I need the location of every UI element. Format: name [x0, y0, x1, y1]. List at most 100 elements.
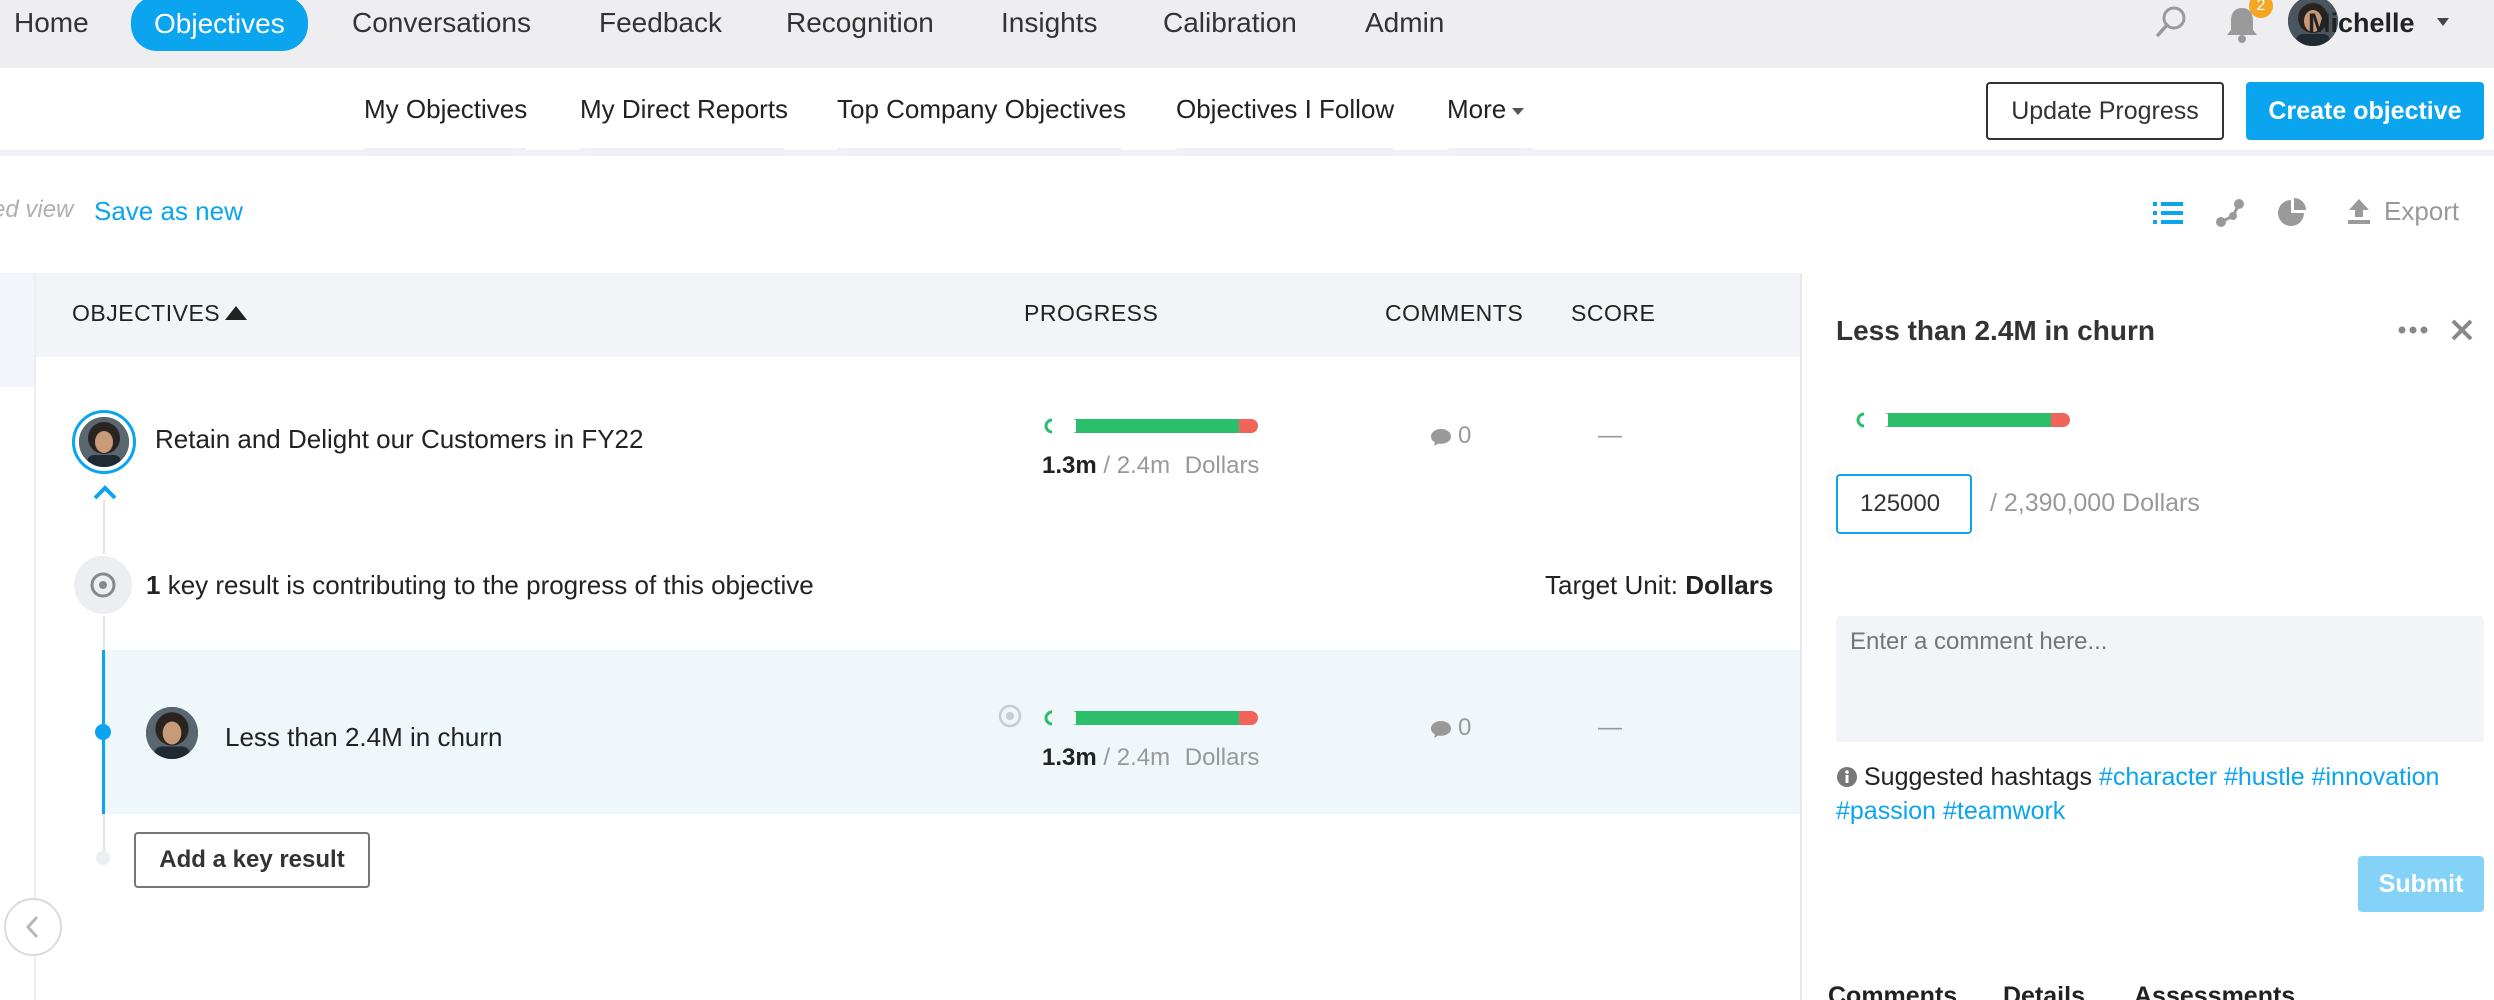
subnav-top-company-objectives[interactable]: Top Company Objectives — [837, 94, 1126, 128]
tree-end-node — [96, 851, 110, 865]
tree-view-icon[interactable] — [2213, 196, 2247, 230]
progress-value-input[interactable] — [1836, 474, 1972, 534]
progress-separator: / — [1103, 744, 1111, 771]
progress-unit: Dollars — [1184, 452, 1260, 479]
submit-button[interactable]: Submit — [2358, 856, 2484, 912]
nav-recognition[interactable]: Recognition — [786, 0, 934, 46]
objective-score: — — [1598, 422, 1622, 449]
progress-unit: Dollars — [1184, 744, 1260, 771]
subnav-objectives-i-follow[interactable]: Objectives I Follow — [1176, 94, 1394, 128]
key-result-node — [95, 724, 111, 740]
create-objective-button[interactable]: Create objective — [2246, 82, 2484, 140]
nav-home[interactable]: Home — [14, 0, 89, 46]
progress-end-cap — [1239, 419, 1258, 433]
objective-comments[interactable]: 0 — [1430, 422, 1471, 450]
key-result-summary-text: key result is contributing to the progre… — [167, 570, 814, 600]
progress-end-cap — [2051, 413, 2070, 427]
hashtag-link[interactable]: #innovation — [2312, 763, 2440, 791]
subnav-my-direct-reports[interactable]: My Direct Reports — [580, 94, 788, 128]
tab-comments[interactable]: Comments — [1828, 982, 1957, 1000]
comment-icon — [1431, 428, 1451, 446]
divider — [34, 273, 36, 1000]
sort-ascending-icon[interactable] — [225, 306, 247, 320]
panel-title: Less than 2.4M in churn — [1836, 315, 2155, 346]
chevron-up-icon[interactable] — [91, 482, 119, 502]
search-icon[interactable] — [2154, 4, 2190, 40]
column-header-score[interactable]: SCORE — [1571, 300, 1655, 327]
notification-badge: 2 — [2249, 0, 2273, 18]
close-icon[interactable] — [2448, 316, 2476, 344]
column-header-comments[interactable]: COMMENTS — [1385, 300, 1523, 327]
nav-calibration[interactable]: Calibration — [1163, 0, 1297, 46]
subnav-more-label: More — [1447, 94, 1507, 124]
nav-admin[interactable]: Admin — [1365, 0, 1444, 46]
key-result-summary: 1 key result is contributing to the prog… — [146, 570, 814, 601]
nav-conversations[interactable]: Conversations — [352, 0, 531, 46]
subnav-underline — [1176, 148, 1394, 151]
subnav-my-objectives[interactable]: My Objectives — [364, 94, 527, 128]
save-as-new-link[interactable]: Save as new — [94, 196, 243, 227]
progress-target: 2.4m — [1116, 452, 1171, 479]
subnav-underline — [837, 148, 1122, 151]
key-result-count: 1 — [146, 570, 161, 600]
key-result-progress-bar — [1042, 710, 1272, 726]
key-result-progress-value: 1.3m / 2.4m Dollars — [1042, 744, 1259, 772]
objective-owner-avatar[interactable] — [72, 410, 136, 474]
avatar — [79, 417, 129, 467]
target-unit: Target Unit: Dollars — [1545, 570, 1773, 601]
key-result-title[interactable]: Less than 2.4M in churn — [225, 722, 503, 753]
key-result-score: — — [1598, 714, 1622, 741]
tab-assessments[interactable]: Assessments — [2134, 982, 2295, 1000]
key-result-comments[interactable]: 0 — [1430, 714, 1471, 742]
panel-progress-bar — [1854, 412, 2084, 428]
hashtag-link[interactable]: #passion — [1836, 797, 1936, 825]
sidebar-strip — [0, 273, 34, 387]
hashtag-link[interactable]: #teamwork — [1943, 797, 2065, 825]
progress-current: 1.3m — [1042, 452, 1097, 479]
subnav-underline — [364, 148, 526, 151]
chevron-down-icon[interactable] — [2436, 17, 2450, 27]
chevron-down-icon — [1512, 107, 1525, 115]
add-key-result-button[interactable]: Add a key result — [134, 832, 370, 888]
pie-chart-icon[interactable] — [2275, 196, 2309, 230]
objective-progress-value: 1.3m / 2.4m Dollars — [1042, 452, 1259, 480]
target-unit-label: Target Unit: — [1545, 570, 1678, 600]
target-unit-value: Dollars — [1685, 570, 1774, 600]
progress-current: 1.3m — [1042, 744, 1097, 771]
comment-count: 0 — [1458, 422, 1472, 449]
user-name[interactable]: Michelle — [2308, 0, 2415, 46]
upload-icon[interactable] — [2346, 197, 2372, 225]
update-progress-button[interactable]: Update Progress — [1986, 82, 2224, 140]
hashtag-link[interactable]: #hustle — [2224, 763, 2305, 791]
saved-view-label[interactable]: ed view — [0, 196, 73, 224]
hashtags-label: Suggested hashtags — [1864, 763, 2092, 791]
progress-separator: / — [1103, 452, 1111, 479]
progress-total: / 2,390,000 Dollars — [1990, 489, 2200, 517]
comment-input[interactable] — [1836, 616, 2484, 742]
collapse-sidebar-button[interactable] — [4, 898, 62, 956]
tree-connector — [103, 500, 105, 554]
objective-progress-bar — [1042, 418, 1272, 434]
objective-title[interactable]: Retain and Delight our Customers in FY22 — [155, 424, 643, 455]
column-header-progress[interactable]: PROGRESS — [1024, 300, 1158, 327]
hashtag-link[interactable]: #character — [2099, 763, 2217, 791]
target-icon — [998, 704, 1022, 728]
list-view-icon[interactable] — [2151, 196, 2185, 230]
subnav-underline — [580, 148, 784, 151]
nav-insights[interactable]: Insights — [1001, 0, 1098, 46]
nav-feedback[interactable]: Feedback — [599, 0, 722, 46]
more-options-icon[interactable] — [2396, 318, 2430, 342]
table-header — [36, 273, 1800, 357]
top-navigation: Home Objectives Conversations Feedback R… — [0, 0, 2494, 68]
export-button[interactable]: Export — [2384, 196, 2459, 227]
column-header-objectives[interactable]: OBJECTIVES — [72, 300, 220, 327]
key-result-owner-avatar[interactable] — [146, 707, 198, 759]
tab-details[interactable]: Details — [2003, 982, 2085, 1000]
chevron-left-icon — [25, 915, 39, 939]
subnav-more[interactable]: More — [1447, 94, 1525, 128]
key-result-summary-icon — [74, 556, 132, 614]
nav-objectives[interactable]: Objectives — [131, 0, 308, 51]
progress-target: 2.4m — [1116, 744, 1171, 771]
comment-count: 0 — [1458, 714, 1472, 741]
suggested-hashtags: Suggested hashtags #character #hustle #i… — [1836, 760, 2486, 828]
